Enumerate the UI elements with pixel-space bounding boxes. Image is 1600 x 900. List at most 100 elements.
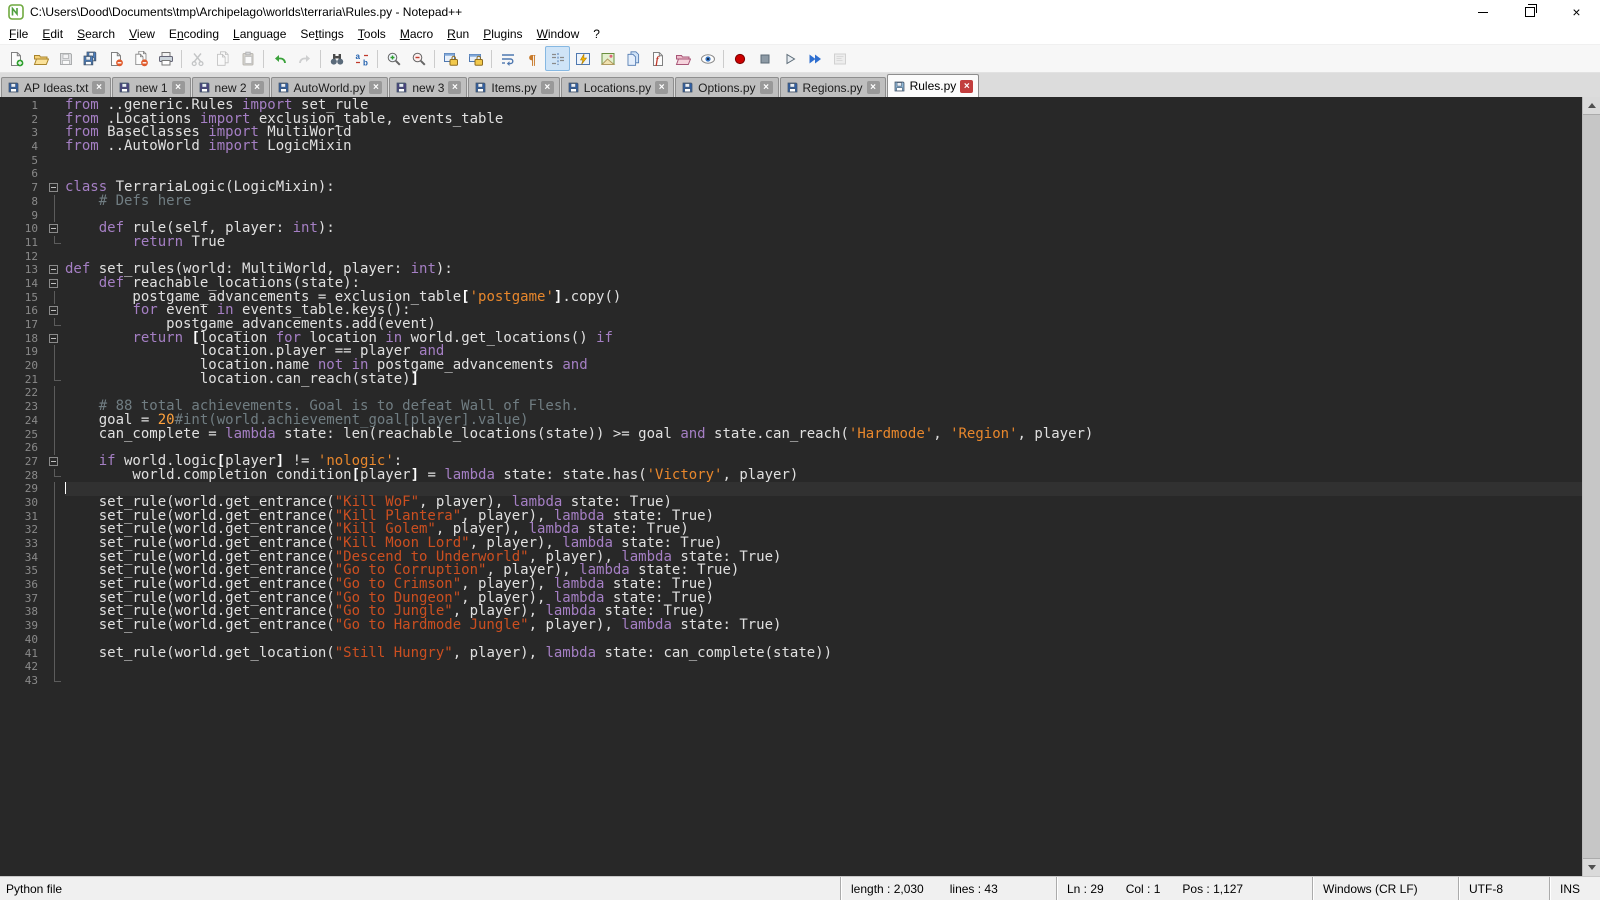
title-bar[interactable]: C:\Users\Dood\Documents\tmp\Archipelago\… <box>0 0 1600 24</box>
word-wrap-button[interactable] <box>495 46 520 71</box>
indent-guide-button[interactable] <box>545 46 570 71</box>
menu-plugins[interactable]: Plugins <box>476 25 529 43</box>
menu-file[interactable]: File <box>2 25 35 43</box>
open-file-button[interactable] <box>28 46 53 71</box>
tab-close-icon[interactable]: × <box>369 81 382 94</box>
tab-new-1[interactable]: new 1× <box>112 77 190 97</box>
fold-collapse-icon[interactable] <box>45 332 65 346</box>
tab-autoworld-py[interactable]: AutoWorld.py× <box>271 77 389 97</box>
tab-new-3[interactable]: new 3× <box>389 77 467 97</box>
line-number: 14 <box>0 277 45 291</box>
tab-label: Regions.py <box>803 81 863 95</box>
menu-settings[interactable]: Settings <box>293 25 350 43</box>
line-number: 8 <box>0 195 45 209</box>
tab-items-py[interactable]: Items.py× <box>468 77 559 97</box>
tab-options-py[interactable]: Options.py× <box>675 77 778 97</box>
fold-collapse-icon[interactable] <box>45 181 65 195</box>
print-button[interactable] <box>153 46 178 71</box>
menu-encoding[interactable]: Encoding <box>162 25 226 43</box>
fold-collapse-icon[interactable] <box>45 222 65 236</box>
menu-window[interactable]: Window <box>530 25 587 43</box>
redo-button[interactable] <box>292 46 317 71</box>
code-line-28[interactable]: 28 world.completion_condition[player] = … <box>0 469 1582 483</box>
new-file-button[interactable] <box>3 46 28 71</box>
undo-button[interactable] <box>267 46 292 71</box>
restore-button[interactable] <box>1506 0 1553 24</box>
paste-button[interactable] <box>235 46 260 71</box>
code-line-25[interactable]: 25 can_complete = lambda state: len(reac… <box>0 428 1582 442</box>
tab-close-icon[interactable]: × <box>92 81 105 94</box>
scrollbar-up-arrow[interactable] <box>1583 97 1600 114</box>
macro-save-button[interactable] <box>827 46 852 71</box>
menu-language[interactable]: Language <box>226 25 293 43</box>
tab-close-icon[interactable]: × <box>655 81 668 94</box>
macro-record-button[interactable] <box>727 46 752 71</box>
document-list-button[interactable] <box>620 46 645 71</box>
code-line-11[interactable]: 11 return True <box>0 236 1582 250</box>
code-line-39[interactable]: 39 set_rule(world.get_entrance("Go to Ha… <box>0 619 1582 633</box>
macro-play-button[interactable] <box>777 46 802 71</box>
close-all-button[interactable] <box>128 46 153 71</box>
code-line-4[interactable]: 4from ..AutoWorld import LogicMixin <box>0 140 1582 154</box>
tab-close-icon[interactable]: × <box>867 81 880 94</box>
tab-ap-ideas-txt[interactable]: AP Ideas.txt× <box>1 77 111 97</box>
code-area[interactable]: 1from ..generic.Rules import set_rule2fr… <box>0 97 1582 876</box>
close-file-button[interactable] <box>103 46 128 71</box>
open-file-icon <box>33 51 49 67</box>
code-text: def rule(self, player: int): <box>65 222 1582 236</box>
close-window-button[interactable]: × <box>1553 0 1600 24</box>
menu-search[interactable]: Search <box>70 25 122 43</box>
menu-run[interactable]: Run <box>440 25 476 43</box>
code-line-5[interactable]: 5 <box>0 154 1582 168</box>
copy-button[interactable] <box>210 46 235 71</box>
tab-regions-py[interactable]: Regions.py × <box>780 77 886 97</box>
tab-close-icon[interactable]: × <box>172 81 185 94</box>
fold-collapse-icon[interactable] <box>45 304 65 318</box>
project-panel-button[interactable] <box>670 46 695 71</box>
tab-close-icon[interactable]: × <box>960 80 973 93</box>
vertical-scrollbar[interactable] <box>1582 97 1600 876</box>
fold-collapse-icon[interactable] <box>45 263 65 277</box>
save-button[interactable] <box>53 46 78 71</box>
fold-collapse-icon[interactable] <box>45 277 65 291</box>
menu-view[interactable]: View <box>122 25 162 43</box>
zoom-in-button[interactable] <box>381 46 406 71</box>
sync-horizontal-button[interactable] <box>463 46 488 71</box>
menu-macro[interactable]: Macro <box>393 25 440 43</box>
code-line-43[interactable]: 43 <box>0 674 1582 688</box>
menu-edit[interactable]: Edit <box>35 25 70 43</box>
find-button[interactable] <box>324 46 349 71</box>
scrollbar-thumb[interactable] <box>1583 114 1600 859</box>
sync-vertical-button[interactable] <box>438 46 463 71</box>
code-line-10[interactable]: 10 def rule(self, player: int): <box>0 222 1582 236</box>
close-all-icon <box>133 51 149 67</box>
tab-close-icon[interactable]: × <box>541 81 554 94</box>
monitoring-button[interactable] <box>695 46 720 71</box>
cut-button[interactable] <box>185 46 210 71</box>
replace-button[interactable]: ab <box>349 46 374 71</box>
tab-close-icon[interactable]: × <box>251 81 264 94</box>
macro-run-multiple-button[interactable] <box>802 46 827 71</box>
menu-tools[interactable]: Tools <box>351 25 393 43</box>
zoom-out-button[interactable] <box>406 46 431 71</box>
code-line-7[interactable]: 7class TerrariaLogic(LogicMixin): <box>0 181 1582 195</box>
function-completion-button[interactable] <box>570 46 595 71</box>
tab-close-icon[interactable]: × <box>760 81 773 94</box>
fold-collapse-icon[interactable] <box>45 455 65 469</box>
tab-rules-py[interactable]: Rules.py× <box>887 74 980 97</box>
function-list-button[interactable]: f <box>645 46 670 71</box>
tab-new-2[interactable]: new 2× <box>192 77 270 97</box>
scrollbar-down-arrow[interactable] <box>1583 859 1600 876</box>
document-map-button[interactable] <box>595 46 620 71</box>
tab-close-icon[interactable]: × <box>448 81 461 94</box>
code-line-21[interactable]: 21 location.can_reach(state)] <box>0 373 1582 387</box>
macro-stop-button[interactable] <box>752 46 777 71</box>
minimize-button[interactable] <box>1459 0 1506 24</box>
save-all-button[interactable] <box>78 46 103 71</box>
code-line-41[interactable]: 41 set_rule(world.get_location("Still Hu… <box>0 647 1582 661</box>
code-line-8[interactable]: 8 # Defs here <box>0 195 1582 209</box>
menu-help[interactable]: ? <box>586 25 607 43</box>
code-line-42[interactable]: 42 <box>0 660 1582 674</box>
tab-locations-py[interactable]: Locations.py× <box>561 77 674 97</box>
show-all-characters-button[interactable]: ¶ <box>520 46 545 71</box>
